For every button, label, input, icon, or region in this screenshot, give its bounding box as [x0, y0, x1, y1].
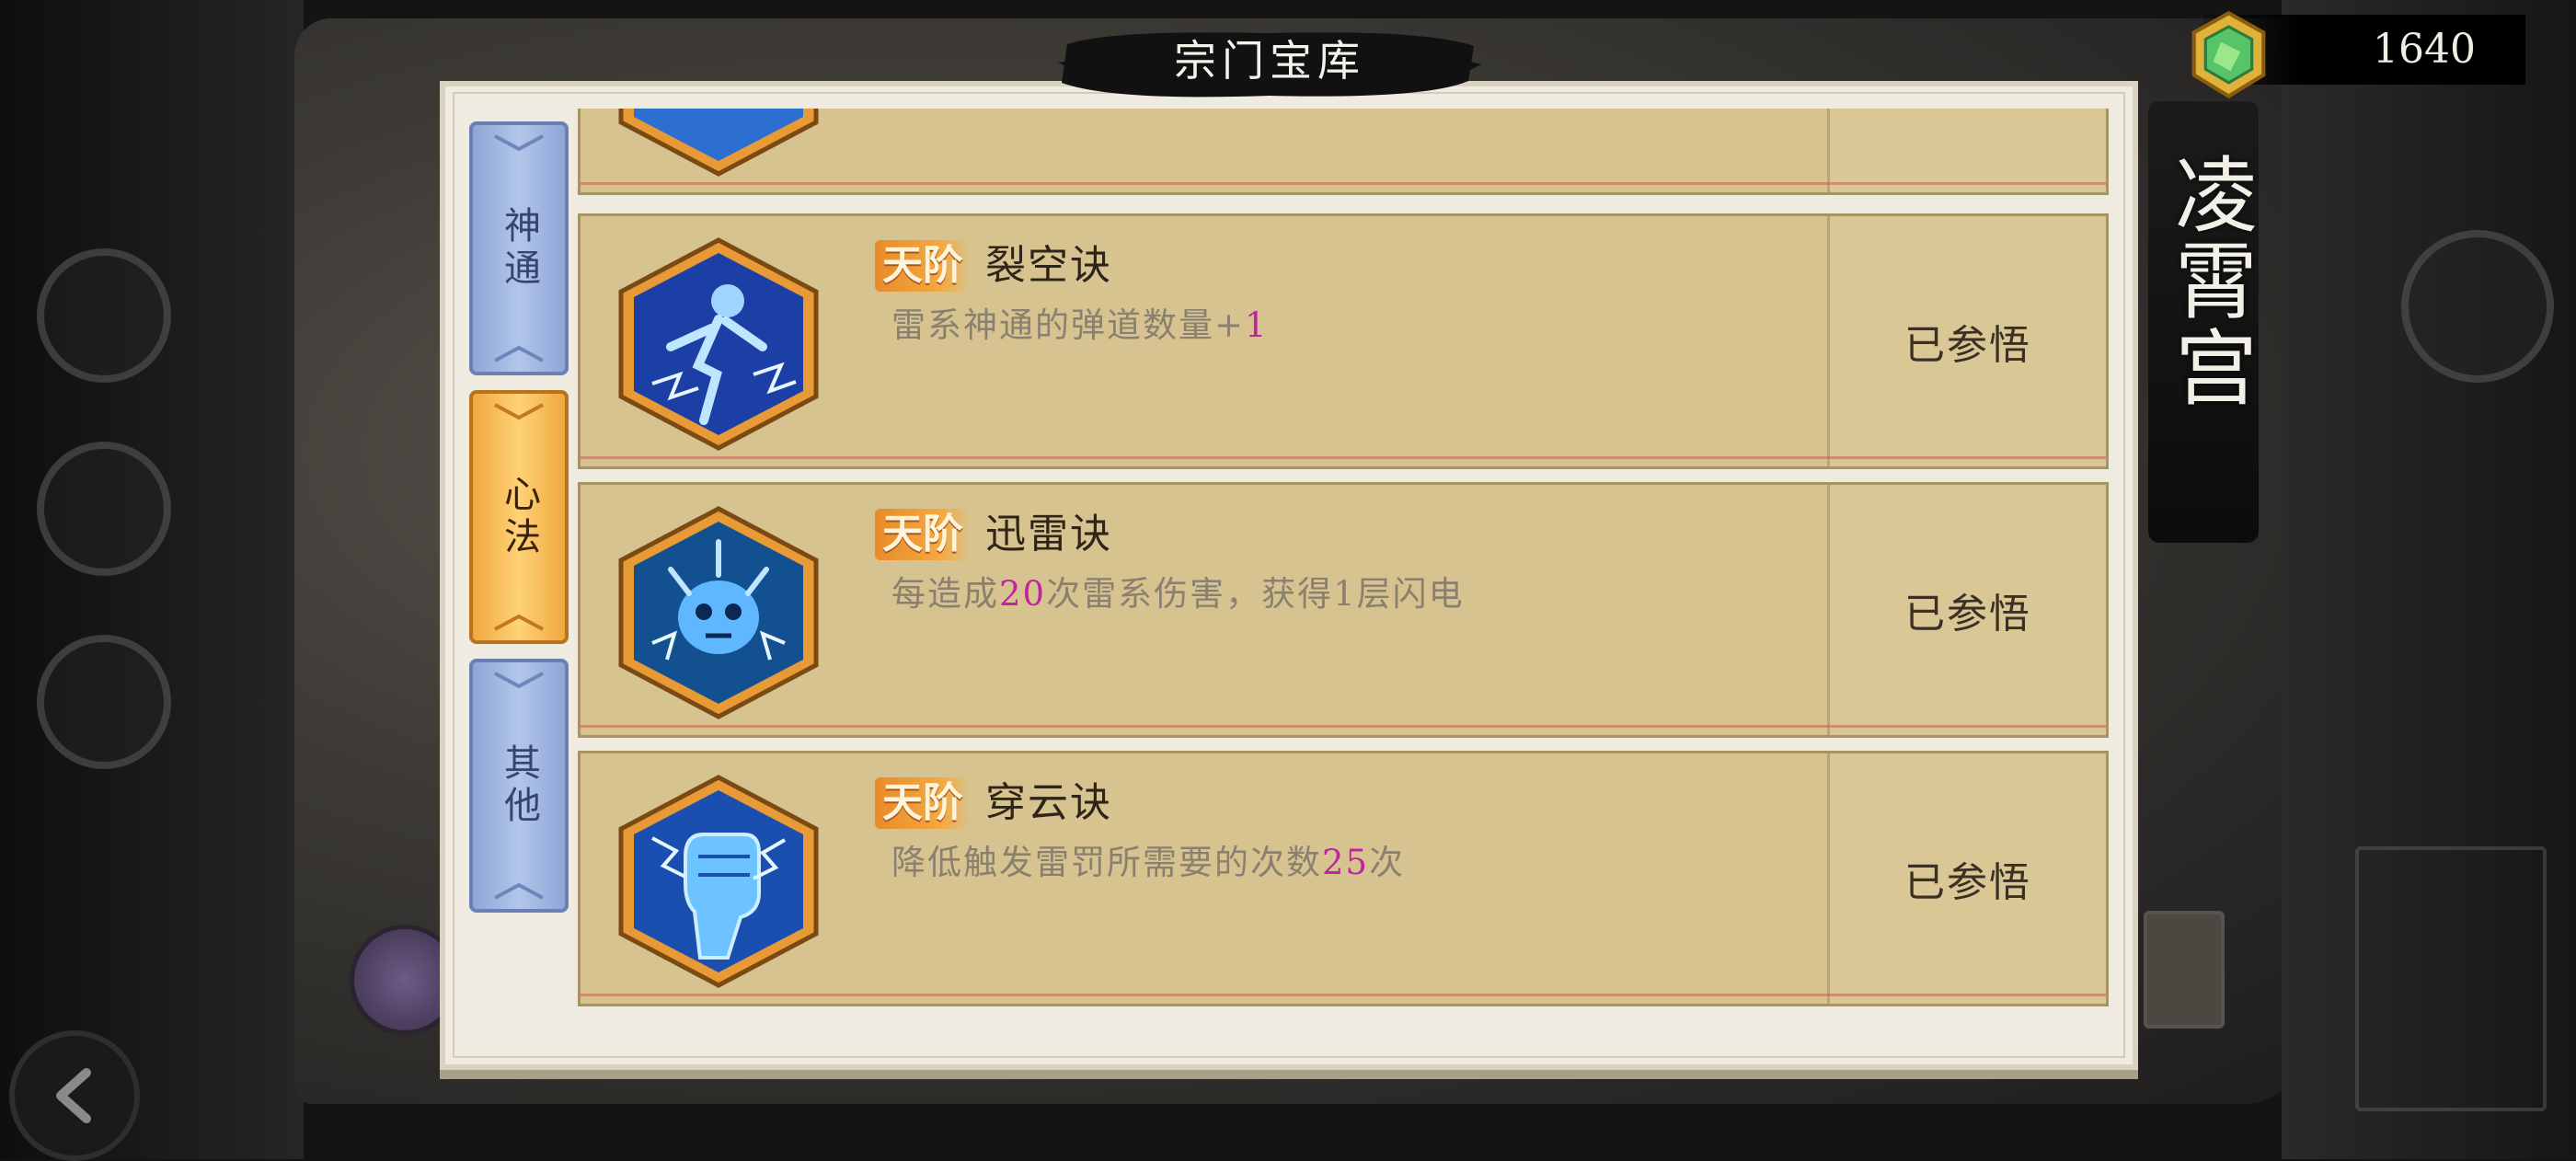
tab-label: 心法	[498, 475, 540, 559]
skill-description: 雷系神通的弹道数量+1	[891, 303, 1269, 349]
tab-qita[interactable]: 其他	[469, 659, 569, 913]
skill-grade-badge: 天阶	[875, 509, 971, 560]
tab-label: 神通	[498, 206, 540, 291]
skill-description: 降低触发雷罚所需要的次数25次	[891, 840, 1405, 886]
skill-name: 裂空诀	[985, 242, 1112, 289]
card-divider	[581, 182, 2106, 185]
tab-label: 其他	[498, 743, 540, 828]
skill-name: 迅雷诀	[985, 511, 1112, 558]
chevron-down-icon	[494, 672, 544, 689]
desc-text: 每造成	[891, 574, 999, 614]
back-button[interactable]	[9, 1030, 140, 1161]
list-item[interactable]: 天阶 裂空诀 雷系神通的弹道数量+1 已参悟	[578, 213, 2109, 469]
desc-highlight: 20	[999, 574, 1047, 614]
tab-shentong[interactable]: 神通	[469, 121, 569, 375]
chevron-up-icon	[494, 614, 544, 631]
chevron-up-icon	[494, 882, 544, 900]
skill-name: 穿云诀	[985, 779, 1112, 826]
desc-text: 降低触发雷罚所需要的次数	[891, 843, 1322, 882]
desc-highlight: 25	[1322, 843, 1370, 882]
list-item-partial	[578, 109, 2109, 195]
chevron-up-icon	[494, 345, 544, 362]
background-card-frame	[2144, 911, 2225, 1029]
sect-name: 凌霄宫	[2160, 152, 2257, 411]
skill-list[interactable]: 天阶 裂空诀 雷系神通的弹道数量+1 已参悟 天阶 迅雷诀 每造成20次雷系伤害…	[578, 109, 2110, 1038]
list-item[interactable]: 天阶 迅雷诀 每造成20次雷系伤害，获得1层闪电 已参悟	[578, 482, 2109, 738]
back-arrow-icon	[56, 1068, 91, 1123]
background-left	[0, 0, 304, 1159]
lightning-figure-icon	[618, 237, 819, 451]
chevron-down-icon	[494, 403, 544, 420]
currency-value: 1640	[2373, 26, 2476, 73]
background-emblem-icon	[2401, 230, 2554, 383]
status-label: 已参悟	[1904, 591, 2031, 638]
background-emblem-icon	[37, 248, 171, 383]
tab-xinfa[interactable]: 心法	[469, 390, 569, 644]
background-emblem-icon	[37, 635, 171, 769]
page-title: 宗门宝库	[1174, 36, 1365, 86]
background-card-frame	[2355, 846, 2547, 1111]
skill-grade-badge: 天阶	[875, 777, 971, 829]
status-label: 已参悟	[1904, 322, 2031, 369]
status-label: 已参悟	[1904, 859, 2031, 906]
chevron-down-icon	[494, 134, 544, 152]
skill-description: 每造成20次雷系伤害，获得1层闪电	[891, 571, 1465, 617]
lightning-fist-icon	[618, 775, 819, 988]
desc-text: 雷系神通的弹道数量+	[891, 305, 1246, 345]
jade-token-icon	[2191, 10, 2266, 99]
background-emblem-icon	[37, 442, 171, 576]
desc-highlight: 1	[1245, 305, 1269, 345]
skill-icon	[618, 109, 819, 177]
skill-grade-badge: 天阶	[875, 240, 971, 292]
desc-text: 次	[1369, 843, 1406, 882]
card-right-section	[1827, 109, 2106, 192]
desc-text: 次雷系伤害，获得1层闪电	[1046, 574, 1465, 614]
list-item[interactable]: 天阶 穿云诀 降低触发雷罚所需要的次数25次 已参悟	[578, 751, 2109, 1006]
thunder-skull-icon	[618, 506, 819, 719]
